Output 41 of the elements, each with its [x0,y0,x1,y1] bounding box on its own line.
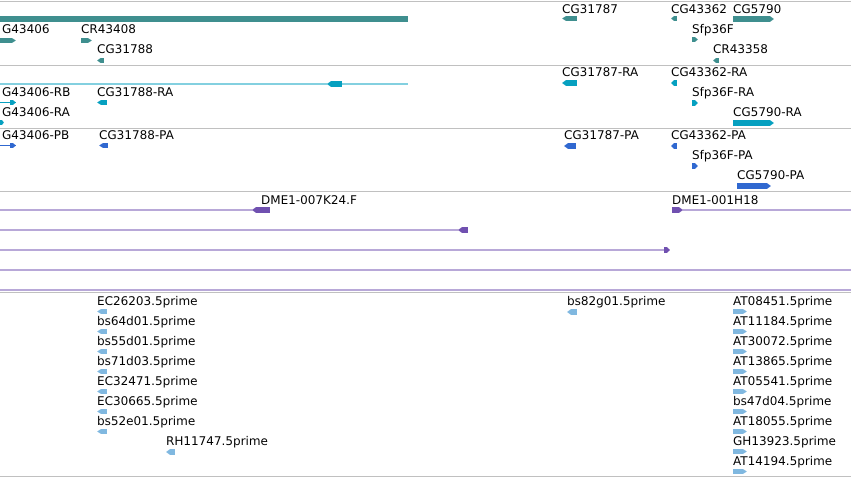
feature-label: G43406-PB [2,128,70,142]
feature-label: CG31788-RA [97,85,174,99]
feature-label: G43406-RA [2,105,70,119]
feature-label: CG31787-RA [562,65,638,79]
feature-label: bs55d01.5prime [97,334,196,348]
feature-label: EC30665.5prime [97,394,198,408]
feature-label: CG31787-PA [564,128,639,142]
feature-label: bs52e01.5prime [97,414,196,428]
feature-label: AT13865.5prime [733,354,832,368]
feature-label: CG43362-PA [671,128,746,142]
feature-label: CG43362-RA [671,65,748,79]
feature-label: bs82g01.5prime [567,294,666,308]
feature-label: DME1-007K24.F [261,193,357,207]
feature-label: CG31788-PA [99,128,174,142]
feature-label: Sfp36F [692,22,734,36]
feature-label: EC26203.5prime [97,294,198,308]
feature-label: G43406-RB [2,85,70,99]
feature-label: DME1-001H18 [672,193,758,207]
feature-label: CG5790-PA [737,168,804,182]
feature-label: EC32471.5prime [97,374,198,388]
feature-label: Sfp36F-RA [692,85,754,99]
feature-label: RH11747.5prime [166,434,268,448]
feature-label: bs64d01.5prime [97,314,196,328]
feature-label: AT14194.5prime [733,454,832,468]
feature-label: GH13923.5prime [733,434,836,448]
feature-label: CG43362 [671,2,727,16]
feature-label: G43406 [2,22,50,36]
feature-label: CG31787 [562,2,618,16]
feature-label: AT05541.5prime [733,374,832,388]
feature-label: CR43358 [713,42,768,56]
feature-label: bs71d03.5prime [97,354,196,368]
feature-label: CG5790 [733,2,782,16]
feature-label: CR43408 [81,22,136,36]
feature-label: AT08451.5prime [733,294,832,308]
feature-label: AT18055.5prime [733,414,832,428]
feature-label: Sfp36F-PA [692,148,753,162]
feature-label: CG5790-RA [733,105,802,119]
feature-label: CG31788 [97,42,153,56]
feature-label: AT11184.5prime [733,314,832,328]
feature-label: bs47d04.5prime [733,394,832,408]
feature-label: AT30072.5prime [733,334,832,348]
